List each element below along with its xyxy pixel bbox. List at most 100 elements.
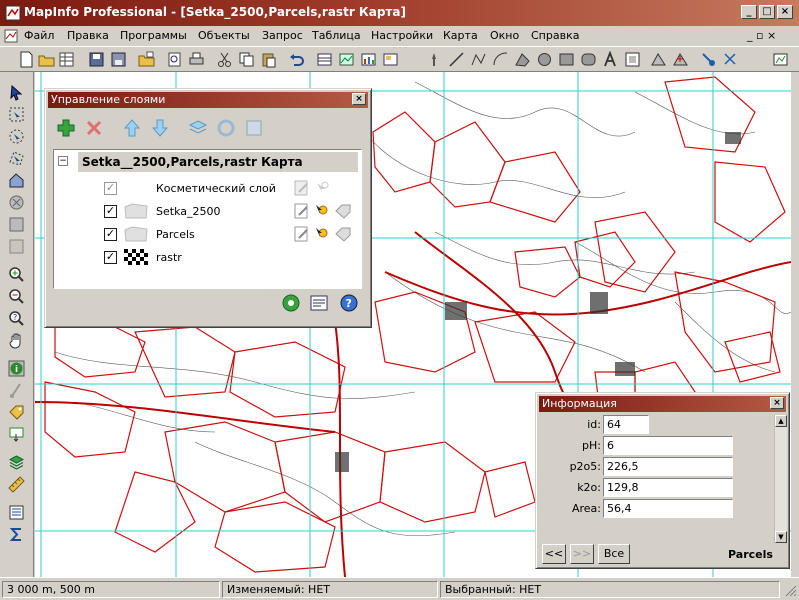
- drag-window-icon[interactable]: [8, 426, 25, 443]
- open-workspace-icon[interactable]: [138, 51, 155, 68]
- frame-tool-icon[interactable]: [624, 51, 641, 68]
- rastr-layer-visibility-checkbox[interactable]: ✓: [104, 251, 117, 264]
- boundary-select-icon[interactable]: [8, 172, 25, 189]
- info-field-value[interactable]: 56,4: [603, 499, 733, 518]
- zoom-in-icon[interactable]: [8, 266, 25, 283]
- info-vertical-scrollbar[interactable]: ▲ ▼: [774, 415, 787, 543]
- move-layer-down-icon[interactable]: [149, 117, 171, 139]
- radius-select-icon[interactable]: [8, 128, 25, 145]
- statistics-sigma-icon[interactable]: [8, 526, 25, 543]
- layer-control-titlebar[interactable]: Управление слоями ×: [48, 92, 368, 108]
- grabber-hand-icon[interactable]: [8, 332, 25, 349]
- scroll-up-arrow-icon[interactable]: ▲: [775, 415, 787, 427]
- save-icon[interactable]: [88, 51, 105, 68]
- map-vertical-scrollbar[interactable]: [791, 72, 799, 577]
- minimize-button[interactable]: _: [741, 5, 757, 19]
- map-document-icon[interactable]: [4, 29, 18, 43]
- selectable-cursor-icon[interactable]: [314, 226, 330, 242]
- selectable-cursor-icon[interactable]: [314, 203, 330, 219]
- save-workspace-icon[interactable]: [110, 51, 127, 68]
- info-field-value[interactable]: 6: [603, 436, 733, 455]
- new-layout-icon[interactable]: [382, 51, 399, 68]
- menu-file[interactable]: Файл: [24, 29, 54, 42]
- tool-manager-icon[interactable]: [772, 51, 789, 68]
- mdi-window-controls[interactable]: _ ▫ ×: [747, 29, 776, 42]
- scroll-down-arrow-icon[interactable]: ▼: [775, 531, 787, 543]
- ruler-hotlink-icon[interactable]: [8, 382, 25, 399]
- rectangle-tool-icon[interactable]: [558, 51, 575, 68]
- new-browser-icon[interactable]: [316, 51, 333, 68]
- menu-options[interactable]: Настройки: [371, 29, 433, 42]
- graph-select-icon[interactable]: [8, 216, 25, 233]
- menu-map[interactable]: Карта: [443, 29, 478, 42]
- show-all-button[interactable]: Все: [598, 544, 630, 564]
- selectable-cursor-icon[interactable]: [314, 180, 330, 196]
- menu-edit[interactable]: Правка: [67, 29, 109, 42]
- new-graph-icon[interactable]: [360, 51, 377, 68]
- paste-icon[interactable]: [260, 51, 277, 68]
- parcels-layer-visibility-checkbox[interactable]: ✓: [104, 228, 117, 241]
- text-tool-icon[interactable]: [602, 51, 619, 68]
- print-icon[interactable]: [188, 51, 205, 68]
- menu-query[interactable]: Запрос: [262, 29, 303, 42]
- collapse-toggle[interactable]: −: [58, 156, 68, 166]
- refresh-layers-icon[interactable]: [215, 117, 237, 139]
- rounded-rectangle-tool-icon[interactable]: [580, 51, 597, 68]
- layer-control-close-button[interactable]: ×: [352, 93, 366, 105]
- status-selectable-layer[interactable]: Выбранный: НЕТ: [440, 581, 780, 598]
- setka-layer-visibility-checkbox[interactable]: ✓: [104, 205, 117, 218]
- ellipse-tool-icon[interactable]: [536, 51, 553, 68]
- info-field-value[interactable]: 64: [603, 415, 649, 434]
- info-window-close-button[interactable]: ×: [770, 397, 784, 409]
- new-document-icon[interactable]: [18, 51, 35, 68]
- symbol-tool-icon[interactable]: [426, 51, 443, 68]
- copy-icon[interactable]: [238, 51, 255, 68]
- arc-tool-icon[interactable]: [492, 51, 509, 68]
- marquee-select-icon[interactable]: [8, 106, 25, 123]
- layer-control-icon[interactable]: [8, 454, 25, 471]
- ruler-icon[interactable]: [8, 476, 25, 493]
- maximize-button[interactable]: □: [759, 5, 775, 19]
- menu-help[interactable]: Справка: [531, 29, 579, 42]
- remove-layer-icon[interactable]: [83, 117, 105, 139]
- label-tool-icon[interactable]: [8, 404, 25, 421]
- label-tag-icon[interactable]: [334, 203, 352, 219]
- menu-window[interactable]: Окно: [490, 29, 519, 42]
- hotlink-tool-icon[interactable]: [700, 51, 717, 68]
- info-field-value[interactable]: 129,8: [603, 478, 733, 497]
- next-record-button[interactable]: >>: [570, 544, 594, 564]
- legend-icon[interactable]: [8, 504, 25, 521]
- layer-options-icon[interactable]: [243, 117, 265, 139]
- label-tag-icon[interactable]: [334, 226, 352, 242]
- apply-ok-icon[interactable]: [281, 293, 301, 313]
- select-arrow-icon[interactable]: [8, 84, 25, 101]
- move-layer-up-icon[interactable]: [121, 117, 143, 139]
- cosmetic-layer-visibility-checkbox[interactable]: ✓: [104, 182, 117, 195]
- new-mapper-icon[interactable]: [338, 51, 355, 68]
- add-node-tool-icon[interactable]: [672, 51, 689, 68]
- resize-grip[interactable]: [783, 583, 797, 597]
- layer-control-options-icon[interactable]: [309, 293, 329, 313]
- polygon-tool-icon[interactable]: [514, 51, 531, 68]
- open-table-icon[interactable]: [58, 51, 75, 68]
- layer-properties-icon[interactable]: [187, 117, 209, 139]
- window-titlebar[interactable]: MapInfo Professional - [Setka_2500,Parce…: [0, 0, 799, 26]
- menu-programs[interactable]: Программы: [120, 29, 187, 42]
- editable-pencil-icon[interactable]: [294, 226, 310, 242]
- zoom-out-icon[interactable]: [8, 288, 25, 305]
- info-tool-icon[interactable]: i: [8, 360, 25, 377]
- editable-pencil-icon[interactable]: [294, 180, 310, 196]
- invert-selection-icon[interactable]: [8, 238, 25, 255]
- open-folder-icon[interactable]: [38, 51, 55, 68]
- prev-record-button[interactable]: <<: [542, 544, 566, 564]
- undo-icon[interactable]: [288, 51, 305, 68]
- polygon-select-icon[interactable]: [8, 150, 25, 167]
- cut-icon[interactable]: [216, 51, 233, 68]
- status-editable-layer[interactable]: Изменяемый: НЕТ: [222, 581, 438, 598]
- help-icon[interactable]: ?: [339, 293, 359, 313]
- change-view-icon[interactable]: ?: [8, 310, 25, 327]
- reshape-tool-icon[interactable]: [650, 51, 667, 68]
- drag-map-tool-icon[interactable]: [722, 51, 739, 68]
- print-preview-icon[interactable]: [166, 51, 183, 68]
- editable-pencil-icon[interactable]: [294, 203, 310, 219]
